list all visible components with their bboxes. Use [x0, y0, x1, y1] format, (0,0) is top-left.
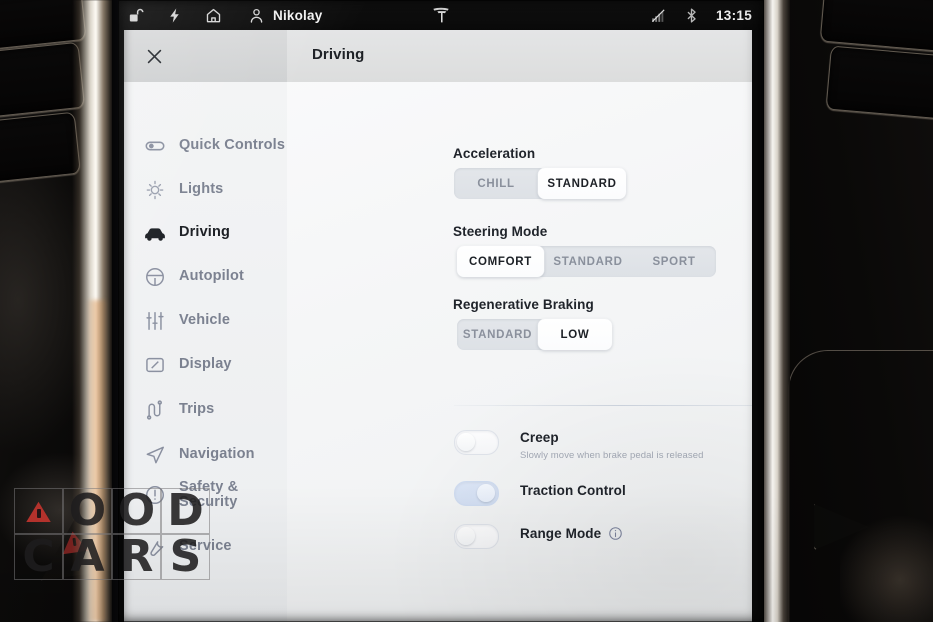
steering-wheel-icon: [142, 264, 168, 290]
signal-off-icon[interactable]: [650, 7, 667, 24]
creep-label: Creep: [520, 430, 559, 445]
steering-option-standard[interactable]: STANDARD: [544, 246, 632, 277]
sidebar-item-service[interactable]: Service: [124, 527, 287, 567]
sidebar-item-vehicle[interactable]: Vehicle: [124, 301, 287, 341]
sidebar-item-label: Safety & Security: [179, 478, 239, 510]
traction-control-label: Traction Control: [520, 483, 626, 498]
section-divider: [454, 405, 752, 406]
sidebar-item-label: Navigation: [179, 446, 255, 463]
sidebar-item-label: Trips: [179, 401, 215, 418]
regen-braking-segmented-control[interactable]: STANDARD LOW: [457, 319, 612, 350]
page-title: Driving: [312, 46, 365, 63]
wrench-icon: [142, 534, 168, 560]
user-name: Nikolay: [273, 7, 323, 23]
user-profile[interactable]: Nikolay: [248, 7, 322, 24]
range-mode-toggle-knob: [457, 527, 475, 545]
sidebar-item-lights[interactable]: Lights: [124, 170, 287, 210]
panel-header: Driving: [124, 30, 752, 82]
sidebar-item-display[interactable]: Display: [124, 345, 287, 385]
steering-mode-title: Steering Mode: [453, 224, 548, 239]
close-button[interactable]: [141, 43, 167, 69]
steering-mode-segmented-control[interactable]: COMFORT STANDARD SPORT: [457, 246, 716, 277]
status-bar: Nikolay 13:15: [118, 0, 764, 30]
traction-control-toggle-knob: [477, 484, 495, 502]
settings-content: Acceleration CHILL STANDARD Steering Mod…: [287, 82, 752, 622]
steering-option-comfort[interactable]: COMFORT: [457, 246, 544, 277]
alert-circle-icon: [142, 482, 168, 508]
info-icon[interactable]: [608, 526, 623, 541]
screenshot-root: Nikolay 13:15 Driving Quick Controls Lig…: [0, 0, 933, 622]
sidebar-item-label: Driving: [179, 224, 230, 241]
range-mode-toggle[interactable]: [454, 524, 499, 549]
trips-icon: [142, 397, 168, 423]
sidebar-item-trips[interactable]: Trips: [124, 390, 287, 430]
range-mode-text: Range Mode: [520, 524, 623, 541]
clock: 13:15: [715, 7, 752, 23]
home-icon[interactable]: [205, 7, 222, 24]
settings-panel: Driving Quick Controls Lights Driving Au…: [124, 30, 752, 622]
sidebar-item-safety-security[interactable]: Safety & Security: [124, 472, 287, 518]
bluetooth-icon[interactable]: [683, 7, 700, 24]
traction-control-row[interactable]: Traction Control: [454, 481, 626, 506]
quick-controls-icon: [142, 133, 168, 159]
acceleration-segmented-control[interactable]: CHILL STANDARD: [454, 168, 626, 199]
range-mode-label-wrap: Range Mode: [520, 526, 623, 541]
right-dashboard-sheen: [840, 470, 933, 622]
sidebar-item-label: Vehicle: [179, 312, 231, 329]
sidebar-item-navigation[interactable]: Navigation: [124, 435, 287, 475]
sidebar-item-label: Lights: [179, 181, 224, 198]
sidebar: Quick Controls Lights Driving Autopilot …: [124, 82, 287, 622]
range-mode-row[interactable]: Range Mode: [454, 524, 623, 549]
range-mode-label: Range Mode: [520, 526, 602, 541]
status-bar-left-group: Nikolay: [118, 7, 322, 24]
unlock-icon[interactable]: [127, 7, 144, 24]
creep-description: Slowly move when brake pedal is released: [520, 450, 704, 461]
sidebar-item-label: Service: [179, 538, 232, 555]
tesla-touchscreen: Nikolay 13:15 Driving Quick Controls Lig…: [118, 0, 764, 622]
lights-icon: [142, 177, 168, 203]
person-icon: [248, 7, 265, 24]
acceleration-option-standard[interactable]: STANDARD: [538, 168, 626, 199]
sidebar-item-label: Display: [179, 356, 232, 373]
sidebar-item-label: Quick Controls: [179, 137, 286, 154]
regen-option-standard[interactable]: STANDARD: [457, 319, 538, 350]
right-chrome-trim: [760, 0, 790, 622]
sidebar-item-quick-controls[interactable]: Quick Controls: [124, 126, 287, 166]
sidebar-item-label-line2: Security: [179, 494, 238, 510]
creep-toggle-knob: [457, 433, 475, 451]
car-icon: [142, 220, 168, 246]
navigation-arrow-icon: [142, 442, 168, 468]
tesla-logo-icon[interactable]: [431, 6, 451, 29]
regen-option-low[interactable]: LOW: [538, 319, 612, 350]
status-bar-right-group: 13:15: [650, 7, 764, 24]
steering-option-sport[interactable]: SPORT: [632, 246, 716, 277]
creep-text: Creep Slowly move when brake pedal is re…: [520, 430, 704, 461]
bolt-icon[interactable]: [166, 7, 183, 24]
display-icon: [142, 352, 168, 378]
left-trim-warm-reflection: [86, 300, 108, 622]
sidebar-item-label: Autopilot: [179, 268, 244, 285]
acceleration-option-chill[interactable]: CHILL: [454, 168, 538, 199]
creep-toggle[interactable]: [454, 430, 499, 455]
traction-control-text: Traction Control: [520, 481, 626, 498]
sliders-icon: [142, 308, 168, 334]
creep-row[interactable]: Creep Slowly move when brake pedal is re…: [454, 430, 704, 461]
sidebar-item-driving[interactable]: Driving: [124, 213, 287, 253]
traction-control-toggle[interactable]: [454, 481, 499, 506]
sidebar-item-label-line1: Safety &: [179, 478, 239, 495]
acceleration-title: Acceleration: [453, 146, 536, 161]
sidebar-item-autopilot[interactable]: Autopilot: [124, 257, 287, 297]
regen-braking-title: Regenerative Braking: [453, 297, 594, 312]
